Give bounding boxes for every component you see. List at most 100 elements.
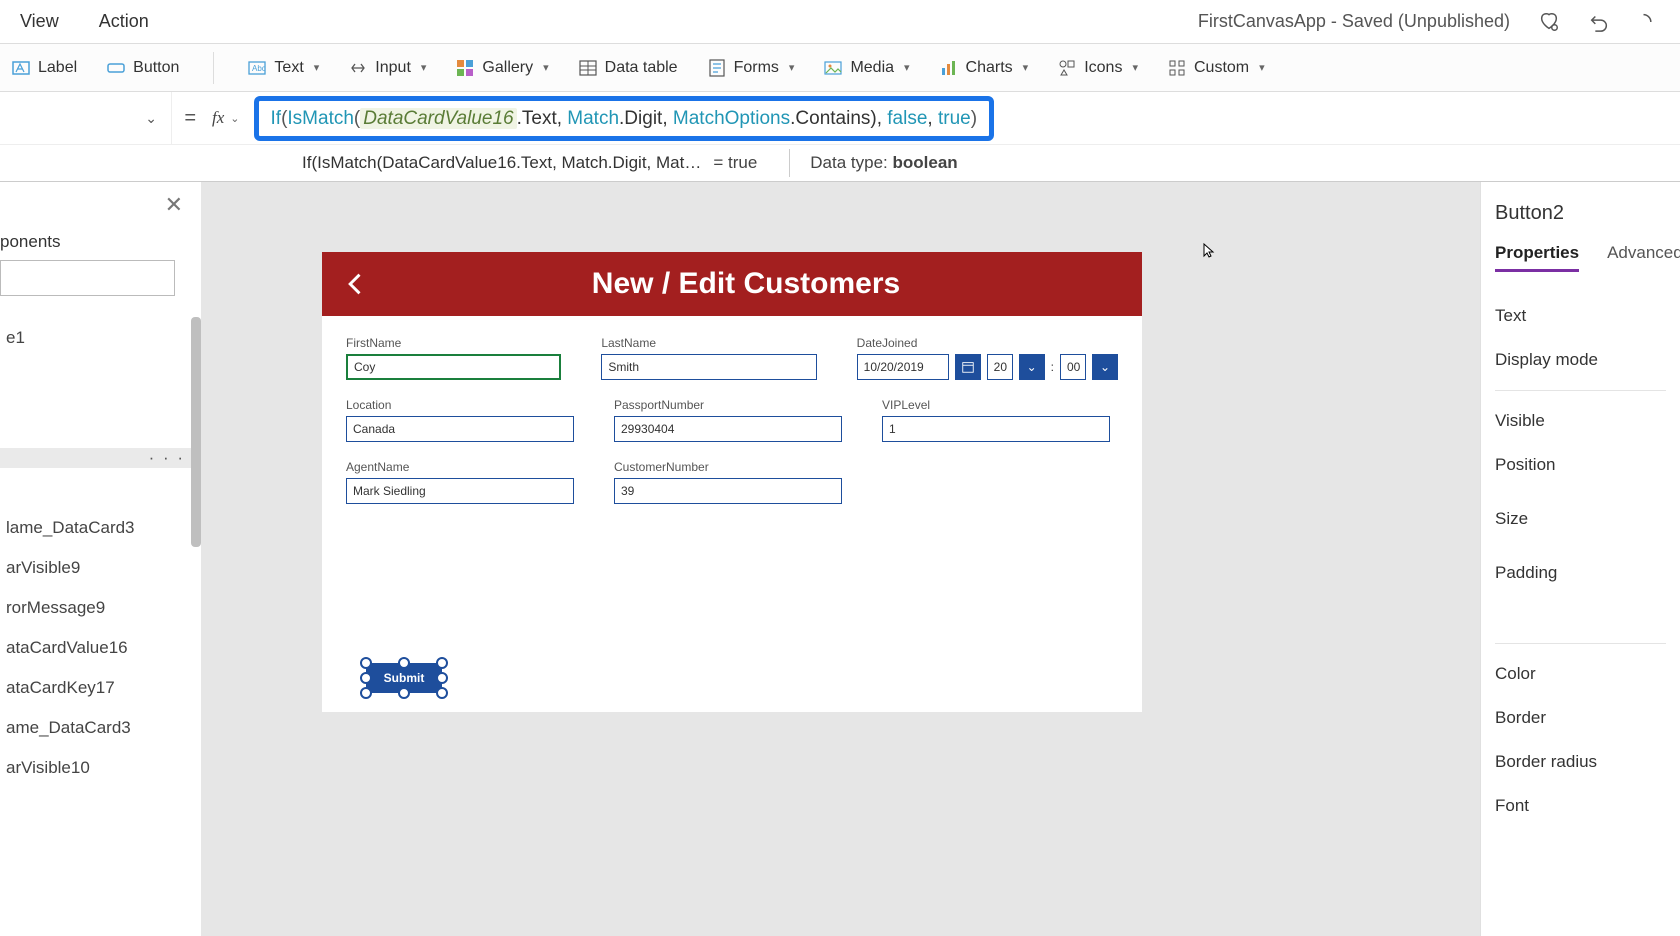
firstname-input[interactable]	[346, 354, 561, 380]
field-label-lastname: LastName	[601, 336, 816, 350]
property-selector[interactable]: ⌄	[0, 92, 172, 144]
ribbon-custom[interactable]: Custom▾	[1168, 59, 1265, 77]
formula-result: = true	[701, 153, 769, 173]
gallery-icon	[456, 59, 474, 77]
tree-item[interactable]: rorMessage9	[0, 588, 201, 628]
ribbon-charts[interactable]: Charts▾	[940, 59, 1029, 77]
menu-view[interactable]: View	[20, 11, 59, 32]
tree-item[interactable]: ataCardValue16	[0, 628, 201, 668]
datatable-icon	[579, 59, 597, 77]
prop-visible[interactable]: Visible	[1495, 399, 1666, 443]
prop-text[interactable]: Text	[1495, 294, 1666, 338]
formula-bar: ⌄ = fx ⌄ If(IsMatch(DataCardValue16.Text…	[0, 92, 1680, 144]
properties-panel: Button2 Properties Advanced Text Display…	[1480, 182, 1680, 936]
redo-icon[interactable]	[1638, 11, 1660, 33]
chevron-down-icon: ▾	[904, 61, 910, 74]
prop-border[interactable]: Border	[1495, 696, 1666, 740]
selection-handle[interactable]	[436, 672, 448, 684]
field-label-agentname: AgentName	[346, 460, 574, 474]
ribbon-icons[interactable]: Icons▾	[1058, 59, 1138, 77]
input-icon	[349, 59, 367, 77]
ribbon-gallery[interactable]: Gallery▾	[456, 59, 548, 77]
selection-handle[interactable]	[436, 687, 448, 699]
app-status: FirstCanvasApp - Saved (Unpublished)	[1198, 11, 1510, 32]
ribbon-input[interactable]: Input▾	[349, 59, 426, 77]
fx-button[interactable]: fx ⌄	[208, 92, 254, 144]
prop-padding[interactable]: Padding	[1495, 551, 1666, 595]
datejoined-input[interactable]: 10/20/2019	[857, 354, 949, 380]
selection-handle[interactable]	[436, 657, 448, 669]
screen-header: New / Edit Customers	[322, 252, 1142, 316]
tree-item[interactable]: ataCardKey17	[0, 668, 201, 708]
prop-size[interactable]: Size	[1495, 497, 1666, 541]
chevron-down-icon: ▾	[314, 61, 320, 74]
ribbon-text[interactable]: Abc Text▾	[248, 59, 319, 77]
selected-element-name: Button2	[1495, 202, 1666, 225]
chevron-down-icon: ▾	[1023, 61, 1029, 74]
formula-status-bar: If(IsMatch(DataCardValue16.Text, Match.D…	[0, 144, 1680, 182]
chevron-down-icon: ⌄	[230, 112, 239, 125]
tree-item[interactable]: lame_DataCard3	[0, 508, 201, 548]
ribbon-label[interactable]: Label	[12, 59, 77, 77]
chevron-down-icon: ⌄	[145, 110, 157, 127]
viplevel-input[interactable]	[882, 416, 1110, 442]
location-input[interactable]	[346, 416, 574, 442]
hour-select[interactable]: 20	[987, 354, 1013, 380]
field-label-passport: PassportNumber	[614, 398, 842, 412]
chevron-down-icon: ▾	[1259, 61, 1265, 74]
button-icon	[107, 59, 125, 77]
tree-item[interactable]: arVisible9	[0, 548, 201, 588]
prop-border-radius[interactable]: Border radius	[1495, 740, 1666, 784]
tab-properties[interactable]: Properties	[1495, 243, 1579, 272]
equals-sign: =	[172, 92, 208, 144]
selection-handle[interactable]	[398, 657, 410, 669]
media-icon	[824, 59, 842, 77]
chevron-down-icon[interactable]: ⌄	[1092, 354, 1118, 380]
scrollbar-thumb[interactable]	[191, 317, 201, 547]
formula-datatype: Data type: boolean	[810, 153, 957, 173]
canvas[interactable]: New / Edit Customers FirstName LastName …	[202, 182, 1480, 936]
custnum-input[interactable]	[614, 478, 842, 504]
separator	[1495, 643, 1666, 644]
tree-search-input[interactable]	[0, 260, 175, 296]
label-icon	[12, 59, 30, 77]
selection-handle[interactable]	[398, 687, 410, 699]
close-icon[interactable]: ✕	[165, 192, 183, 218]
tree-item[interactable]: arVisible10	[0, 748, 201, 788]
more-icon[interactable]: · · ·	[149, 448, 185, 468]
prop-display-mode[interactable]: Display mode	[1495, 338, 1666, 382]
back-icon[interactable]	[342, 270, 370, 298]
field-label-custnum: CustomerNumber	[614, 460, 842, 474]
ribbon-forms[interactable]: Forms▾	[708, 59, 795, 77]
svg-text:Abc: Abc	[252, 64, 266, 73]
health-icon[interactable]	[1538, 11, 1560, 33]
icons-icon	[1058, 59, 1076, 77]
menu-action[interactable]: Action	[99, 11, 149, 32]
tree-item[interactable]: e1	[0, 318, 201, 358]
chevron-down-icon: ▾	[543, 61, 549, 74]
separator	[789, 149, 790, 177]
agentname-input[interactable]	[346, 478, 574, 504]
chevron-down-icon: ▾	[789, 61, 795, 74]
prop-color[interactable]: Color	[1495, 652, 1666, 696]
formula-input[interactable]: If(IsMatch(DataCardValue16.Text, Match.D…	[254, 96, 995, 141]
tab-advanced[interactable]: Advanced	[1607, 243, 1680, 272]
ribbon-datatable[interactable]: Data table	[579, 59, 678, 77]
selection-handle[interactable]	[360, 687, 372, 699]
prop-position[interactable]: Position	[1495, 443, 1666, 487]
selection-handle[interactable]	[360, 672, 372, 684]
passport-input[interactable]	[614, 416, 842, 442]
chevron-down-icon[interactable]: ⌄	[1019, 354, 1045, 380]
minute-select[interactable]: 00	[1060, 354, 1086, 380]
undo-icon[interactable]	[1588, 11, 1610, 33]
prop-font[interactable]: Font	[1495, 784, 1666, 828]
lastname-input[interactable]	[601, 354, 816, 380]
app-screen: New / Edit Customers FirstName LastName …	[322, 252, 1142, 712]
chevron-down-icon: ▾	[421, 61, 427, 74]
ribbon-media[interactable]: Media▾	[824, 59, 909, 77]
ribbon-button[interactable]: Button	[107, 59, 179, 77]
selection-handle[interactable]	[360, 657, 372, 669]
tree-item-selected[interactable]: · · ·	[0, 448, 201, 468]
tree-item[interactable]: ame_DataCard3	[0, 708, 201, 748]
calendar-icon[interactable]	[955, 354, 981, 380]
